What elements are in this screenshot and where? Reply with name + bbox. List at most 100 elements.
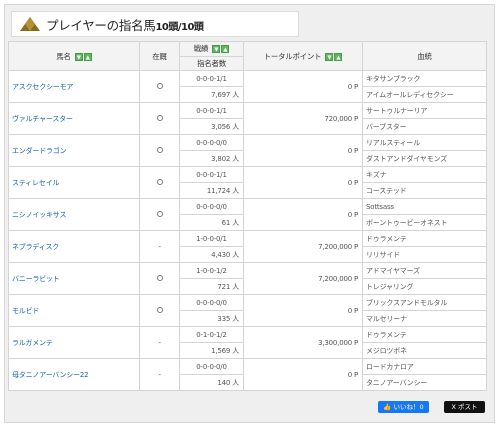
stable-status <box>139 262 180 295</box>
table-row: スティレセイル 0-0-0-1/1 0 P キズナ <box>8 166 487 199</box>
horse-name-link[interactable]: ヴァルチャースター <box>8 102 140 135</box>
dam-cell: タニノアーバンシー <box>362 374 487 391</box>
points-cell: 0 P <box>243 358 363 391</box>
in-stable-icon <box>156 114 163 121</box>
header-nominators: 指名者数 <box>179 55 244 71</box>
record-cell: 0-0-0-0/0 <box>179 134 244 151</box>
table-row: ラルガメンテ -0-1-0-1/2 3,300,000 P ドゥラメンテ <box>8 326 487 359</box>
horse-name-link[interactable]: ラルガメンテ <box>8 326 140 359</box>
points-cell: 3,300,000 P <box>243 326 363 359</box>
sire-cell: キズナ <box>362 166 487 183</box>
record-cell: 0-0-0-0/0 <box>179 294 244 311</box>
in-stable-icon <box>156 210 163 217</box>
in-stable-icon <box>156 146 163 153</box>
points-cell: 0 P <box>243 70 363 103</box>
header-name: 馬名 ▼ ▲ <box>8 41 140 71</box>
record-cell: 0-0-0-0/0 <box>179 358 244 375</box>
record-cell: 0-0-0-1/1 <box>179 166 244 183</box>
dam-cell: トレジャリング <box>362 278 487 295</box>
sire-cell: キタサンブラック <box>362 70 487 87</box>
horse-name-link[interactable]: バニーラビット <box>8 262 140 295</box>
table-row: ネブラディスク -1-0-0-0/1 7,200,000 P ドゥラメンテ <box>8 230 487 263</box>
header-record: 戦績 ▼ ▲ <box>179 41 244 57</box>
sire-cell: ドゥラメンテ <box>362 326 487 343</box>
table-row: ヴァルチャースター 0-0-0-1/1 720,000 P サートゥルナーリア <box>8 102 487 135</box>
points-cell: 7,200,000 P <box>243 230 363 263</box>
in-stable-icon <box>156 178 163 185</box>
table-row: エンダードラゴン 0-0-0-0/0 0 P リアルスティール <box>8 134 487 167</box>
nominators-cell: 61 人 <box>179 214 244 231</box>
sort-asc-button[interactable]: ▲ <box>334 52 343 61</box>
stable-status <box>139 198 180 231</box>
table-row: アスクセクシーモア 0-0-0-1/1 0 P キタサンブラック <box>8 70 487 103</box>
in-stable-icon <box>156 274 163 281</box>
record-cell: 0-0-0-0/0 <box>179 198 244 215</box>
record-cell: 1-0-0-1/2 <box>179 262 244 279</box>
table-row: 母タニノアーバンシー22-0-0-0-0/0 0 P ロードカナロア <box>8 358 487 391</box>
title-box: プレイヤーの指名馬10頭/10頭 <box>11 11 299 37</box>
table-row: ニシノイッキサス 0-0-0-0/0 0 P Sottsass <box>8 198 487 231</box>
nominators-cell: 335 人 <box>179 310 244 327</box>
horse-name-link[interactable]: ネブラディスク <box>8 230 140 263</box>
dam-cell: バーブスター <box>362 118 487 135</box>
record-cell: 0-1-0-1/2 <box>179 326 244 343</box>
dam-cell: リリサイド <box>362 246 487 263</box>
sort-asc-button[interactable]: ▲ <box>221 45 230 54</box>
points-cell: 720,000 P <box>243 102 363 135</box>
header-points: トータルポイント ▼ ▲ <box>243 41 363 71</box>
points-cell: 0 P <box>243 294 363 327</box>
horses-table: 馬名 ▼ ▲ 在厩 戦績 ▼ ▲ トータルポイント ▼ ▲ 血統 指名者数 アスクセク… <box>8 41 487 391</box>
table-row: バニーラビット 1-0-0-1/2 7,200,000 P アドマイヤマーズ <box>8 262 487 295</box>
page-title: プレイヤーの指名馬10頭/10頭 <box>46 17 204 33</box>
dam-cell: アイムオールレディセクシー <box>362 86 487 103</box>
stable-status: - <box>139 358 180 391</box>
dam-cell: ダストアンドダイヤモンズ <box>362 150 487 167</box>
horse-name-link[interactable]: スティレセイル <box>8 166 140 199</box>
points-cell: 0 P <box>243 198 363 231</box>
sire-cell: ドゥラメンテ <box>362 230 487 247</box>
sort-desc-button[interactable]: ▼ <box>325 52 334 61</box>
header-stable: 在厩 <box>139 41 180 71</box>
nominators-cell: 3,056 人 <box>179 118 244 135</box>
record-cell: 0-0-0-1/1 <box>179 102 244 119</box>
nominators-cell: 1,569 人 <box>179 342 244 359</box>
stable-status: - <box>139 230 180 263</box>
nominators-cell: 721 人 <box>179 278 244 295</box>
horse-name-link[interactable]: アスクセクシーモア <box>8 70 140 103</box>
nominators-cell: 140 人 <box>179 374 244 391</box>
dam-cell: マルセリーナ <box>362 310 487 327</box>
sire-cell: リアルスティール <box>362 134 487 151</box>
horse-name-link[interactable]: ニシノイッキサス <box>8 198 140 231</box>
sire-cell: サートゥルナーリア <box>362 102 487 119</box>
nominators-cell: 4,430 人 <box>179 246 244 263</box>
stable-status <box>139 102 180 135</box>
nominators-cell: 11,724 人 <box>179 182 244 199</box>
stable-status <box>139 134 180 167</box>
horse-name-link[interactable]: エンダードラゴン <box>8 134 140 167</box>
sort-asc-button[interactable]: ▲ <box>83 52 92 61</box>
sort-desc-button[interactable]: ▼ <box>74 52 83 61</box>
sire-cell: ブリックスアンドモルタル <box>362 294 487 311</box>
header-pedigree: 血統 <box>362 41 487 71</box>
like-button[interactable]: 👍 いいね！0 <box>378 401 429 413</box>
points-cell: 0 P <box>243 166 363 199</box>
sort-desc-button[interactable]: ▼ <box>212 45 221 54</box>
record-cell: 0-0-0-1/1 <box>179 70 244 87</box>
nominators-cell: 3,802 人 <box>179 150 244 167</box>
points-cell: 0 P <box>243 134 363 167</box>
horse-name-link[interactable]: モルビド <box>8 294 140 327</box>
x-post-button[interactable]: X ポスト <box>444 401 485 413</box>
dam-cell: ボーントゥービーオネスト <box>362 214 487 231</box>
in-stable-icon <box>156 306 163 313</box>
dam-cell: メジロツボネ <box>362 342 487 359</box>
horse-name-link[interactable]: 母タニノアーバンシー22 <box>8 358 140 391</box>
nominators-cell: 7,697 人 <box>179 86 244 103</box>
points-cell: 7,200,000 P <box>243 262 363 295</box>
dam-cell: コーステッド <box>362 182 487 199</box>
stable-status <box>139 166 180 199</box>
sire-cell: Sottsass <box>362 198 487 215</box>
stable-status <box>139 294 180 327</box>
stable-status <box>139 70 180 103</box>
stable-status: - <box>139 326 180 359</box>
sire-cell: ロードカナロア <box>362 358 487 375</box>
